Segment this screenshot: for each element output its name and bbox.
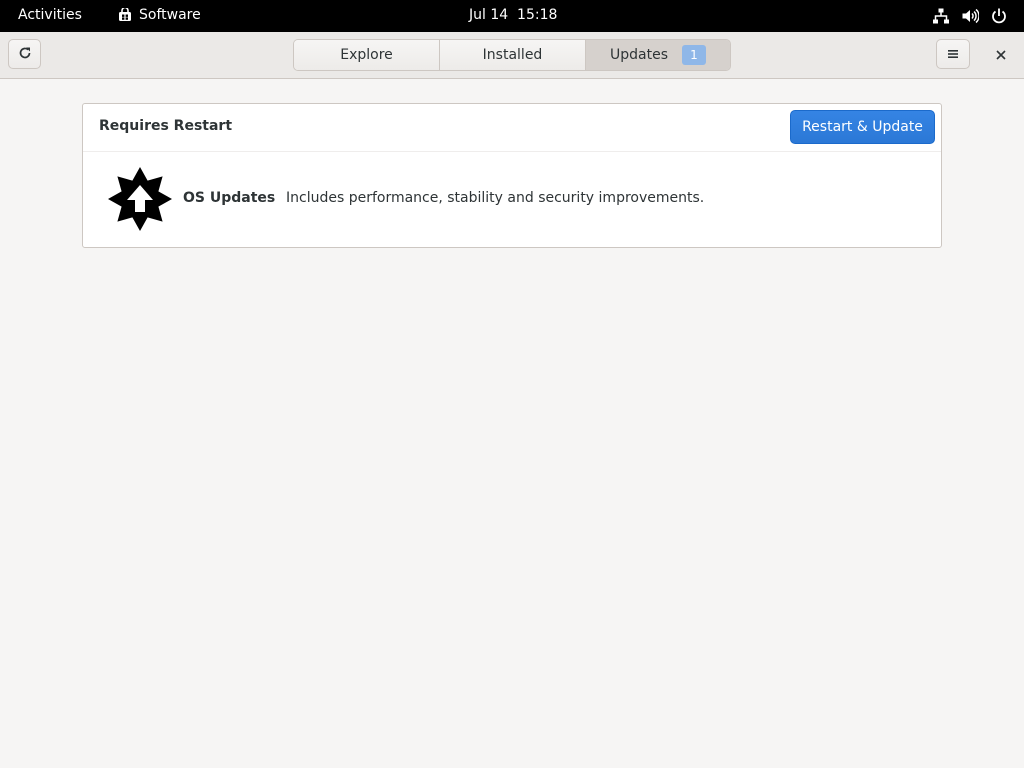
update-row[interactable]: OS Updates Includes performance, stabili… xyxy=(83,152,941,247)
main-menu-button[interactable] xyxy=(936,39,970,69)
tab-updates[interactable]: Updates 1 xyxy=(586,40,730,70)
clock[interactable]: Jul 14 15:18 xyxy=(469,7,557,23)
hamburger-icon xyxy=(947,45,959,64)
top-bar: Activities Software Jul 14 15:18 xyxy=(0,0,1024,32)
app-menu-label: Software xyxy=(139,7,201,23)
tab-explore-label: Explore xyxy=(340,47,393,63)
close-icon xyxy=(996,45,1006,64)
view-switcher: Explore Installed Updates 1 xyxy=(293,39,731,71)
window-close-button[interactable] xyxy=(988,39,1014,69)
tab-explore[interactable]: Explore xyxy=(294,40,440,70)
header-bar: Explore Installed Updates 1 xyxy=(0,32,1024,79)
software-app-icon xyxy=(118,8,132,22)
updates-panel: Requires Restart Restart & Update OS Upd… xyxy=(82,103,942,248)
power-icon[interactable] xyxy=(990,7,1008,25)
tab-installed[interactable]: Installed xyxy=(440,40,586,70)
section-header: Requires Restart Restart & Update xyxy=(83,104,941,152)
update-name: OS Updates xyxy=(183,190,276,206)
system-menu[interactable] xyxy=(932,7,1008,25)
restart-update-label: Restart & Update xyxy=(802,119,923,135)
update-description: Includes performance, stability and secu… xyxy=(286,190,705,206)
updates-count-badge: 1 xyxy=(682,45,706,65)
section-title: Requires Restart xyxy=(99,118,233,134)
app-menu[interactable]: Software xyxy=(118,7,201,23)
network-icon[interactable] xyxy=(932,7,950,25)
activities-button[interactable]: Activities xyxy=(18,7,82,23)
refresh-icon xyxy=(18,45,32,64)
tab-installed-label: Installed xyxy=(482,47,543,63)
volume-icon[interactable] xyxy=(961,7,980,25)
restart-update-button[interactable]: Restart & Update xyxy=(790,110,935,144)
refresh-button[interactable] xyxy=(8,39,41,69)
tab-updates-label: Updates xyxy=(610,47,668,63)
os-update-icon xyxy=(107,166,173,232)
